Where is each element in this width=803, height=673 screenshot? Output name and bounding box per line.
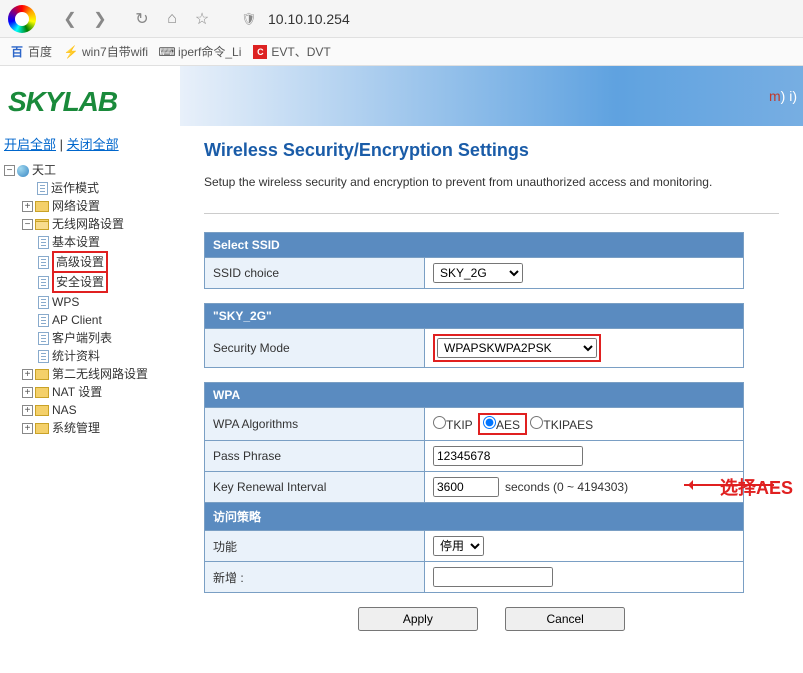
divider [204, 213, 779, 214]
open-all-link[interactable]: 开启全部 [4, 137, 56, 152]
tree-opmode[interactable]: 运作模式 [51, 181, 99, 195]
aes-radio[interactable] [483, 416, 496, 429]
key-renewal-input[interactable] [433, 477, 499, 497]
page-icon [38, 332, 49, 345]
expand-icon[interactable]: + [22, 201, 33, 212]
folder-icon [35, 201, 49, 212]
sec-header: "SKY_2G" [205, 304, 744, 329]
security-table: "SKY_2G" Security Mode WPAPSKWPA2PSK [204, 303, 744, 368]
tree-wlan-adv[interactable]: 高级设置 [56, 255, 104, 269]
expand-icon[interactable]: + [22, 387, 33, 398]
wpa-algo-label: WPA Algorithms [205, 408, 425, 441]
expand-icon[interactable]: + [22, 369, 33, 380]
security-mode-select[interactable]: WPAPSKWPA2PSK [437, 338, 597, 358]
close-all-link[interactable]: 关闭全部 [67, 137, 119, 152]
folder-icon [35, 405, 49, 416]
star-button[interactable]: ☆ [190, 7, 214, 31]
bookmark-baidu[interactable]: 百百度 [10, 43, 52, 60]
folder-open-icon [35, 219, 49, 230]
policy-func-select[interactable]: 停用 [433, 536, 484, 556]
home-button[interactable]: ⌂ [160, 7, 184, 31]
tree-root[interactable]: 天工 [32, 163, 56, 177]
folder-icon [35, 369, 49, 380]
folder-icon [35, 387, 49, 398]
tree-net[interactable]: 网络设置 [52, 199, 100, 213]
page-desc: Setup the wireless security and encrypti… [204, 175, 779, 189]
tkip-label: TKIP [446, 418, 473, 432]
tree-controls: 开启全部 | 关闭全部 [4, 134, 176, 153]
reload-button[interactable]: ↻ [130, 7, 154, 31]
banner: m) i) [180, 66, 803, 126]
tkip-radio[interactable] [433, 416, 446, 429]
tree-wlan2[interactable]: 第二无线网路设置 [52, 367, 148, 381]
sidebar: SKYLAB 开启全部 | 关闭全部 − 天工 运作模式 + 网络设置 − 无线网路设… [0, 66, 180, 645]
wpa-table: WPA WPA Algorithms TKIP AES TKIPAES Pass… [204, 382, 744, 593]
banner-right-text: m) i) [769, 88, 797, 104]
tree-wlan-wps[interactable]: WPS [52, 295, 79, 309]
page-icon [38, 256, 49, 269]
tkipaes-label: TKIPAES [543, 418, 593, 432]
renew-label: Key Renewal Interval [205, 472, 425, 503]
back-button[interactable]: ❮ [58, 7, 82, 31]
sec-label: Security Mode [205, 329, 425, 368]
policy-add-label: 新增 : [205, 562, 425, 593]
bookmark-iperf[interactable]: ⌨iperf命令_Li [160, 43, 241, 60]
lightning-icon: ⚡ [64, 45, 78, 59]
browser-logo-icon [8, 5, 36, 33]
shield-icon: 🛡 [240, 10, 258, 28]
page-icon [37, 182, 48, 195]
ssid-label: SSID choice [205, 258, 425, 289]
passphrase-input[interactable] [433, 446, 583, 466]
page-icon [38, 314, 49, 327]
tkipaes-radio[interactable] [530, 416, 543, 429]
forward-button[interactable]: ❯ [88, 7, 112, 31]
ssid-header: Select SSID [205, 233, 744, 258]
pass-label: Pass Phrase [205, 441, 425, 472]
policy-add-input[interactable] [433, 567, 553, 587]
tree-nas[interactable]: NAS [52, 403, 77, 417]
wpa-header: WPA [205, 383, 744, 408]
page-icon [38, 276, 49, 289]
folder-icon [35, 423, 49, 434]
c-icon: C [253, 45, 267, 59]
page-title: Wireless Security/Encryption Settings [204, 140, 779, 161]
renew-suffix: seconds (0 ~ 4194303) [505, 480, 628, 494]
tree-wlan-stats[interactable]: 统计资料 [52, 349, 100, 363]
policy-header: 访问策略 [205, 503, 744, 531]
ssid-select[interactable]: SKY_2G [433, 263, 523, 283]
collapse-icon[interactable]: − [4, 165, 15, 176]
ssid-table: Select SSID SSID choice SKY_2G [204, 232, 744, 289]
baidu-icon: 百 [10, 45, 24, 59]
tree-wlan-sec[interactable]: 安全设置 [56, 275, 104, 289]
policy-func-label: 功能 [205, 531, 425, 562]
page-icon [38, 296, 49, 309]
url-text[interactable]: 10.10.10.254 [268, 11, 350, 27]
tree-wlan-clients[interactable]: 客户端列表 [52, 331, 112, 345]
page-icon [38, 236, 49, 249]
page-icon [38, 350, 49, 363]
tree-nat[interactable]: NAT 设置 [52, 385, 102, 399]
tree-wlan-basic[interactable]: 基本设置 [52, 235, 100, 249]
tree-sys[interactable]: 系统管理 [52, 421, 100, 435]
apply-button[interactable]: Apply [358, 607, 478, 631]
bookmark-evt[interactable]: CEVT、DVT [253, 43, 330, 60]
bookmark-bar: 百百度 ⚡win7自带wifi ⌨iperf命令_Li CEVT、DVT [0, 38, 803, 66]
cmd-icon: ⌨ [160, 45, 174, 59]
tree-wlan-ap[interactable]: AP Client [52, 313, 102, 327]
tree-wlan[interactable]: 无线网路设置 [52, 217, 124, 231]
browser-toolbar: ❮ ❯ ↻ ⌂ ☆ 🛡 10.10.10.254 [0, 0, 803, 38]
expand-icon[interactable]: + [22, 423, 33, 434]
aes-label: AES [496, 418, 520, 432]
expand-icon[interactable]: + [22, 405, 33, 416]
bookmark-win7wifi[interactable]: ⚡win7自带wifi [64, 43, 148, 60]
globe-icon [17, 165, 29, 177]
main-panel: m) i) Wireless Security/Encryption Setti… [180, 66, 803, 645]
collapse-icon[interactable]: − [22, 219, 33, 230]
brand-logo: SKYLAB [8, 86, 117, 118]
cancel-button[interactable]: Cancel [505, 607, 625, 631]
